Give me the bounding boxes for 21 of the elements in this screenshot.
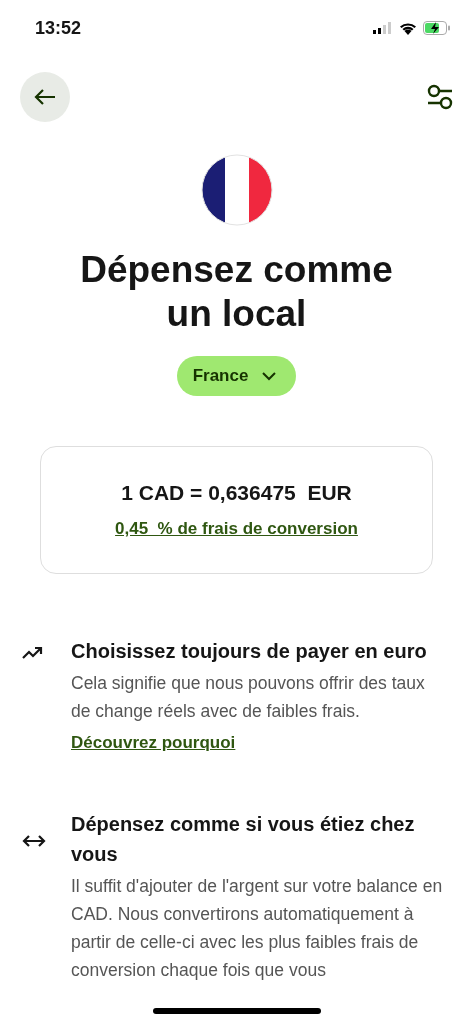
flag-icon (200, 154, 273, 226)
settings-button[interactable] (427, 84, 453, 110)
chevron-down-icon (262, 371, 277, 381)
feature-title: Dépensez comme si vous étiez chez vous (71, 812, 416, 867)
battery-charging-icon (423, 21, 451, 35)
back-button[interactable] (20, 72, 70, 122)
feature-title: Choisissez toujours de payer en euro (71, 639, 428, 664)
exchange-rate: 1 CAD = 0,636475 EUR (121, 481, 352, 505)
sliders-icon (427, 84, 453, 110)
status-time: 13:52 (35, 17, 82, 39)
double-arrow-icon (22, 832, 46, 849)
fee-link[interactable]: 0,45 % de frais de conversion (115, 519, 358, 539)
learn-more-link[interactable]: Découvrez pourquoi (71, 733, 443, 753)
feature-description: Cela signifie que nous pouvons offrir des taux de change réels avec de faibles frais. (71, 672, 426, 723)
wifi-icon (399, 21, 417, 35)
back-arrow-icon (34, 88, 56, 106)
page-title: Dépensez comme un local (79, 248, 394, 336)
feature-description: Il suffit d'ajouter de l'argent sur votre balance en CAD. Nous convertirons automatiquement à partir de celle-ci avec les plus faibles frais de conversion chaque fois que vous (71, 875, 443, 982)
country-dropdown[interactable]: France (176, 356, 297, 396)
signal-icon (373, 22, 393, 34)
trend-up-icon (22, 645, 44, 660)
